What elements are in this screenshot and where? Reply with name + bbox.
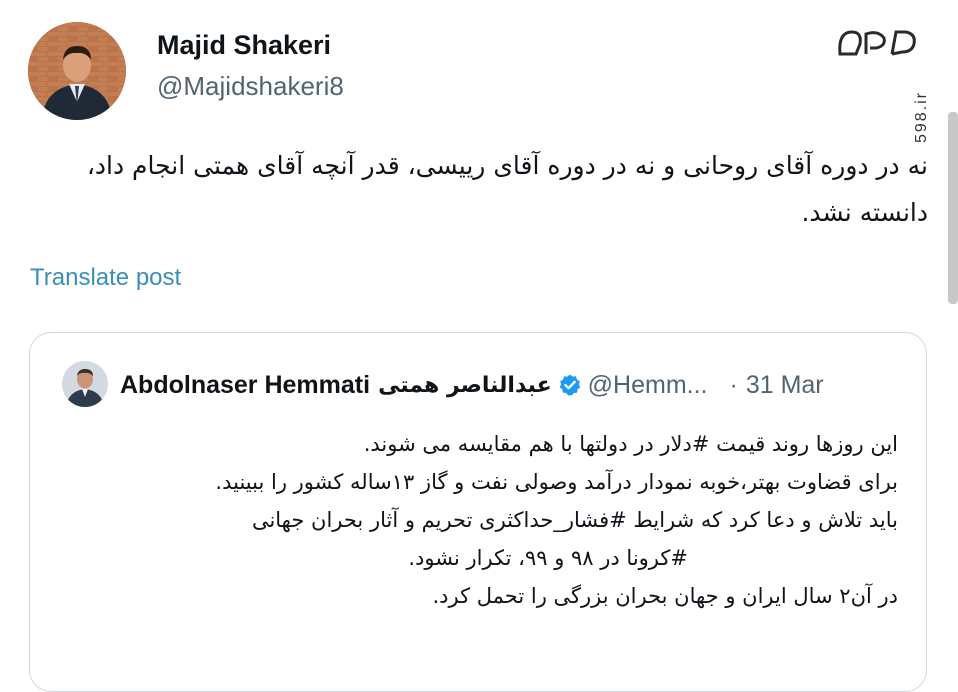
- quoted-text-line: #کرونا در ۹۸ و ۹۹، تکرار نشود.: [408, 546, 688, 570]
- author-name[interactable]: Majid Shakeri: [157, 30, 331, 61]
- quoted-text-line: این روزها روند قیمت #دلار در دولتها با ه…: [363, 432, 898, 456]
- quoted-author-name-fa[interactable]: عبدالناصر همتی: [378, 373, 552, 398]
- watermark-site-text: 598.ir: [912, 90, 930, 144]
- translate-post-link[interactable]: Translate post: [30, 264, 181, 292]
- person-photo-avatar-icon: [28, 22, 126, 120]
- quoted-tweet-text: این روزها روند قیمت #دلار در دولتها با ه…: [56, 425, 898, 615]
- quoted-author-name[interactable]: Abdolnaser Hemmati: [120, 371, 370, 400]
- quoted-author-handle[interactable]: @Hemm...: [588, 371, 708, 400]
- quoted-text-line: برای قضاوت بهتر،خوبه نمودار درآمد وصولی …: [215, 470, 898, 494]
- author-avatar[interactable]: [28, 22, 126, 120]
- verified-badge-icon: [558, 373, 582, 397]
- 598-logo-icon: [838, 30, 916, 56]
- quoted-text-line: در آن۲ سال ایران و جهان بحران بزرگی را ت…: [432, 584, 898, 608]
- quoted-tweet-date[interactable]: 31 Mar: [746, 371, 824, 400]
- quoted-tweet[interactable]: Abdolnaser Hemmati عبدالناصر همتی @Hemm.…: [29, 332, 927, 692]
- tweet-text: نه در دوره آقای روحانی و نه در دوره آقای…: [86, 151, 928, 227]
- quoted-tweet-header: Abdolnaser Hemmati عبدالناصر همتی @Hemm.…: [120, 367, 898, 403]
- author-handle[interactable]: @Majidshakeri8: [157, 71, 344, 102]
- scrollbar-thumb[interactable]: [948, 112, 958, 304]
- quoted-author-avatar[interactable]: [62, 361, 108, 407]
- watermark: 598.ir: [830, 22, 930, 144]
- person-photo-avatar-icon: [62, 361, 108, 407]
- separator-dot: ·: [729, 370, 738, 399]
- quoted-text-line: باید تلاش و دعا کرد که شرایط #فشار_حداکث…: [251, 508, 898, 532]
